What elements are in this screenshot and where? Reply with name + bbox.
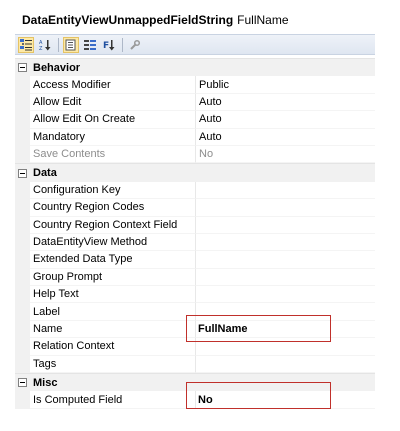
property-row-country-region-codes[interactable]: Country Region Codes (15, 199, 375, 217)
category-label: Behavior (33, 61, 81, 74)
svg-text:F: F (103, 41, 109, 51)
property-value[interactable]: Public (196, 76, 375, 94)
row-gutter (15, 181, 30, 200)
property-value[interactable] (196, 182, 375, 200)
property-value[interactable] (196, 303, 375, 321)
row-gutter (15, 286, 30, 304)
property-row-access-modifier[interactable]: Access Modifier Public (15, 76, 375, 94)
property-name: DataEntityView Method (30, 233, 196, 252)
property-name: Is Computed Field (30, 391, 196, 409)
category-behavior[interactable]: Behavior (15, 58, 375, 77)
property-value[interactable] (196, 234, 375, 252)
row-gutter (15, 391, 30, 409)
property-name: Configuration Key (30, 181, 196, 200)
row-gutter (15, 251, 30, 269)
property-name: Relation Context (30, 338, 196, 356)
property-row-label[interactable]: Label (15, 303, 375, 321)
category-data[interactable]: Data (15, 163, 375, 182)
property-row-help-text[interactable]: Help Text (15, 286, 375, 304)
property-value[interactable] (196, 217, 375, 234)
property-name: Help Text (30, 286, 196, 304)
collapse-icon[interactable] (18, 378, 27, 388)
row-gutter (15, 320, 30, 339)
row-gutter (15, 355, 30, 374)
property-name: Country Region Codes (30, 199, 196, 217)
property-row-configuration-key[interactable]: Configuration Key (15, 181, 375, 200)
object-name-label: FullName (237, 13, 289, 27)
alphabetical-icon[interactable]: AZ (37, 37, 53, 53)
property-name: Allow Edit On Create (30, 111, 196, 129)
object-type-label: DataEntityViewUnmappedFieldString (22, 13, 234, 27)
property-row-group-prompt[interactable]: Group Prompt (15, 268, 375, 287)
toolbar-separator (58, 37, 59, 52)
row-gutter (15, 145, 30, 164)
property-row-allow-edit-on-create[interactable]: Allow Edit On Create Auto (15, 111, 375, 129)
collapse-icon[interactable] (18, 168, 27, 178)
property-value[interactable] (196, 251, 375, 269)
property-value[interactable] (196, 338, 375, 356)
category-label: Misc (33, 376, 58, 389)
property-row-tags[interactable]: Tags (15, 355, 375, 374)
property-value[interactable] (196, 199, 375, 217)
property-row-allow-edit[interactable]: Allow Edit Auto (15, 93, 375, 112)
category-label: Data (33, 167, 57, 180)
settings-icon[interactable] (127, 37, 143, 53)
row-gutter (15, 303, 30, 321)
property-row-is-computed-field[interactable]: Is Computed Field No (15, 391, 375, 409)
property-value[interactable] (196, 286, 375, 304)
row-gutter (15, 76, 30, 94)
property-row-country-region-context-field[interactable]: Country Region Context Field (15, 216, 375, 234)
property-row-save-contents[interactable]: Save Contents No (15, 145, 375, 164)
property-value[interactable]: Auto (196, 129, 375, 146)
row-gutter (15, 199, 30, 217)
property-name: Access Modifier (30, 76, 196, 94)
property-value[interactable] (196, 269, 375, 287)
events-icon[interactable] (82, 37, 98, 53)
row-gutter (15, 268, 30, 287)
property-value[interactable]: Auto (196, 94, 375, 112)
row-gutter (15, 338, 30, 356)
property-name: Extended Data Type (30, 251, 196, 269)
property-name: Group Prompt (30, 268, 196, 287)
property-value[interactable]: No (196, 146, 375, 164)
property-row-mandatory[interactable]: Mandatory Auto (15, 128, 375, 146)
property-row-extended-data-type[interactable]: Extended Data Type (15, 251, 375, 269)
toolbar-separator (122, 37, 123, 52)
row-gutter (15, 93, 30, 112)
property-name: Country Region Context Field (30, 216, 196, 234)
row-gutter (15, 111, 30, 129)
property-name: Tags (30, 355, 196, 374)
property-name: Name (30, 320, 196, 339)
property-row-dataentityview-method[interactable]: DataEntityView Method (15, 233, 375, 252)
property-value[interactable]: No (196, 391, 375, 409)
properties-icon[interactable] (63, 36, 79, 53)
svg-text:Z: Z (39, 46, 43, 51)
category-misc[interactable]: Misc (15, 373, 375, 392)
property-grid-toolbar: AZ F (15, 34, 375, 55)
sort-icon[interactable]: F (101, 37, 117, 53)
property-name: Allow Edit (30, 93, 196, 112)
property-row-relation-context[interactable]: Relation Context (15, 338, 375, 356)
property-value[interactable] (196, 356, 375, 374)
row-gutter (15, 128, 30, 146)
selected-object-header: DataEntityViewUnmappedFieldString FullNam… (22, 13, 289, 27)
property-grid: Behavior Access Modifier Public Allow Edit A… (15, 58, 375, 409)
property-name: Label (30, 303, 196, 321)
property-value[interactable]: Auto (196, 111, 375, 129)
categorized-icon[interactable] (18, 36, 34, 53)
row-gutter (15, 216, 30, 234)
property-row-name[interactable]: Name FullName (15, 320, 375, 339)
collapse-icon[interactable] (18, 63, 27, 73)
property-name: Mandatory (30, 128, 196, 146)
row-gutter (15, 233, 30, 252)
property-value[interactable]: FullName (196, 321, 375, 339)
property-name: Save Contents (30, 145, 196, 164)
